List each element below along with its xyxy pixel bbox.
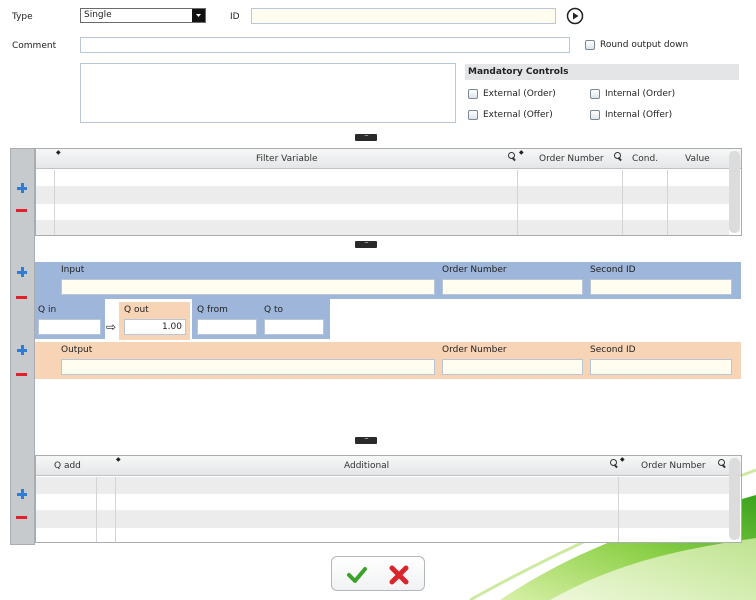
column-divider [618, 477, 619, 542]
remove-input-icon[interactable] [16, 296, 27, 299]
internal-order-checkbox[interactable] [590, 89, 600, 99]
additional-grid: Q add ◆ Additional ◆ Order Number [35, 455, 742, 543]
sort-icon[interactable]: ◆ [116, 456, 121, 463]
input-label: Input [61, 265, 85, 275]
q-range-section: Q from Q to [192, 299, 330, 339]
splitter-handle[interactable]: ···· [355, 134, 377, 141]
external-order-checkbox[interactable] [468, 89, 478, 99]
q-in-section: Q in [35, 299, 105, 339]
input-order-number-field[interactable] [442, 279, 583, 295]
q-in-label: Q in [38, 305, 57, 315]
play-icon[interactable] [566, 7, 584, 25]
col-cond[interactable]: Cond. [632, 154, 658, 164]
output-order-number-label: Order Number [442, 345, 507, 355]
col-additional[interactable]: Additional [344, 461, 389, 471]
additional-grid-scrollbar[interactable] [729, 458, 740, 540]
comment-textarea[interactable] [80, 63, 456, 123]
sort-icon[interactable]: ◆ [519, 149, 524, 156]
cancel-x-icon[interactable] [388, 564, 410, 586]
output-second-id-label: Second ID [590, 345, 636, 355]
internal-offer-checkbox[interactable] [590, 110, 600, 120]
q-to-label: Q to [264, 305, 283, 315]
col-value[interactable]: Value [685, 154, 710, 164]
output-label: Output [61, 345, 93, 355]
add-input-icon[interactable] [17, 267, 27, 277]
output-second-id-field[interactable] [590, 359, 732, 375]
filter-grid-header: ◆ Filter Variable ◆ Order Number Cond. V… [36, 149, 741, 169]
sort-icon[interactable]: ◆ [56, 149, 61, 156]
output-section: Output Order Number Second ID [35, 342, 741, 379]
dialog-buttons [331, 556, 425, 591]
add-filter-icon[interactable] [17, 183, 27, 193]
external-order-label: External (Order) [483, 89, 556, 99]
key-icon [718, 459, 727, 468]
id-label: ID [230, 12, 240, 22]
col-filter-variable[interactable]: Filter Variable [256, 154, 318, 164]
q-from-label: Q from [197, 305, 228, 315]
table-row[interactable] [36, 221, 729, 235]
add-output-icon[interactable] [17, 345, 27, 355]
q-out-label: Q out [124, 305, 149, 315]
q-in-input[interactable] [38, 319, 101, 335]
column-divider [667, 170, 668, 235]
filter-grid-scrollbar[interactable] [729, 151, 740, 233]
input-field[interactable] [61, 279, 435, 295]
arrow-right-icon: ⇨ [106, 320, 117, 334]
column-divider [115, 477, 116, 542]
comment-label: Comment [12, 41, 57, 51]
input-section: Input Order Number Second ID [35, 262, 741, 299]
output-order-number-field[interactable] [442, 359, 583, 375]
remove-filter-icon[interactable] [16, 209, 27, 212]
col-order-number[interactable]: Order Number [539, 154, 604, 164]
splitter-handle[interactable]: ···· [355, 437, 377, 444]
key-icon [614, 152, 623, 161]
column-divider [517, 170, 518, 235]
id-input[interactable] [251, 8, 556, 24]
table-row[interactable] [36, 170, 729, 187]
q-to-input[interactable] [264, 319, 324, 335]
type-label: Type [12, 12, 33, 22]
mandatory-controls-title: Mandatory Controls [468, 67, 569, 77]
internal-order-label: Internal (Order) [605, 89, 676, 99]
input-order-number-label: Order Number [442, 265, 507, 275]
confirm-check-icon[interactable] [346, 565, 368, 585]
table-row[interactable] [36, 204, 729, 221]
column-divider [96, 477, 97, 542]
internal-offer-label: Internal (Offer) [605, 110, 673, 120]
type-select[interactable]: Single [80, 8, 206, 23]
remove-additional-icon[interactable] [16, 516, 27, 519]
additional-grid-header: Q add ◆ Additional ◆ Order Number [36, 456, 741, 476]
table-row[interactable] [36, 528, 729, 542]
splitter-handle[interactable]: ···· [355, 241, 377, 248]
q-out-section: Q out 1.00 [119, 302, 190, 340]
q-out-value: 1.00 [161, 322, 182, 332]
table-row[interactable] [36, 477, 729, 494]
q-out-input[interactable]: 1.00 [124, 319, 186, 335]
col-q-add[interactable]: Q add [54, 461, 81, 471]
table-row[interactable] [36, 494, 729, 511]
column-divider [622, 170, 623, 235]
external-offer-checkbox[interactable] [468, 110, 478, 120]
output-field[interactable] [61, 359, 435, 375]
col-order-number[interactable]: Order Number [641, 461, 706, 471]
column-divider [54, 170, 55, 235]
round-output-label: Round output down [600, 40, 689, 50]
type-select-value: Single [84, 10, 112, 20]
input-second-id-label: Second ID [590, 265, 636, 275]
q-from-input[interactable] [197, 319, 257, 335]
filter-grid: ◆ Filter Variable ◆ Order Number Cond. V… [35, 148, 742, 236]
table-row[interactable] [36, 187, 729, 204]
table-row[interactable] [36, 511, 729, 528]
mandatory-controls-header: Mandatory Controls [465, 64, 739, 80]
remove-output-icon[interactable] [16, 373, 27, 376]
add-additional-icon[interactable] [17, 489, 27, 499]
round-output-checkbox[interactable] [585, 40, 595, 50]
external-offer-label: External (Offer) [483, 110, 553, 120]
key-icon [508, 152, 517, 161]
input-second-id-field[interactable] [590, 279, 732, 295]
chevron-down-icon[interactable] [192, 9, 205, 22]
key-icon [610, 459, 619, 468]
sort-icon[interactable]: ◆ [620, 456, 625, 463]
comment-input[interactable] [80, 37, 570, 53]
